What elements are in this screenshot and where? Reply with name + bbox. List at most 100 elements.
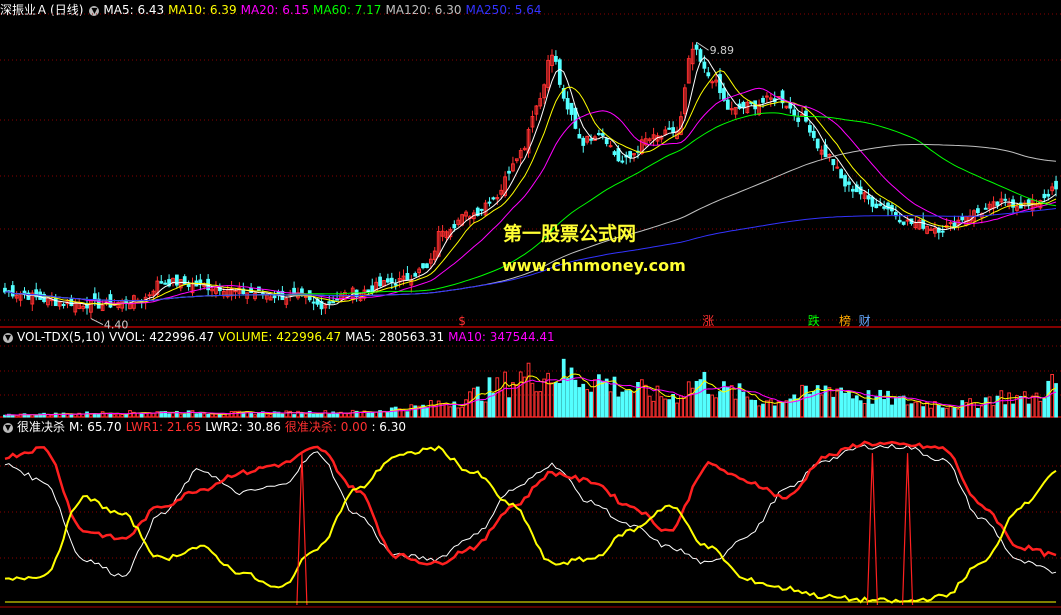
volume-bar-up	[905, 404, 910, 418]
volume-bar-up	[120, 413, 125, 418]
volume-bar-down	[366, 412, 371, 418]
volume-bar-up	[686, 381, 691, 418]
volume-bar-down	[792, 394, 797, 418]
volume-bar-down	[718, 391, 722, 418]
volume-bar-up	[729, 385, 734, 418]
candle-down	[702, 61, 707, 69]
signal-spike-1	[866, 453, 878, 606]
volume-bar-down	[667, 399, 672, 418]
volume-bar-up	[800, 384, 804, 418]
volume-bar-up	[73, 413, 78, 418]
candle-down	[159, 281, 164, 284]
candle-up	[710, 81, 715, 84]
volume-bar-up	[432, 405, 437, 418]
volume-bar-down	[425, 407, 429, 418]
volume-bar-up	[956, 408, 961, 418]
candle-down	[272, 295, 277, 299]
candle-down	[565, 98, 570, 110]
candle-down	[366, 289, 371, 292]
volume-bar-down	[573, 379, 578, 418]
volume-bar-up	[233, 410, 238, 418]
volume-bar-down	[882, 399, 886, 418]
volume-bar-up	[284, 410, 289, 418]
volume-bar-down	[479, 400, 484, 418]
volume-bar-down	[557, 382, 562, 418]
volume-bar-down	[561, 358, 566, 418]
volume-bar-up	[550, 382, 554, 418]
volume-bar-up	[675, 402, 679, 418]
candle-up	[303, 295, 308, 298]
volume-bar-up	[991, 405, 996, 418]
candle-down	[983, 207, 988, 210]
volume-bar-up	[710, 394, 715, 418]
volume-bar-down	[616, 396, 621, 418]
candle-down	[577, 134, 582, 139]
candle-down	[823, 144, 828, 158]
volume-bar-up	[323, 410, 328, 418]
volume-bar-up	[202, 413, 207, 418]
candle-down	[897, 219, 902, 223]
volume-bar-down	[909, 403, 914, 418]
volume-bar-down	[1003, 404, 1008, 418]
volume-bar-down	[772, 405, 777, 418]
volume-bar-down	[839, 387, 844, 418]
candle-down	[706, 72, 711, 77]
volume-bar-down	[92, 413, 97, 418]
volume-bar-down	[843, 392, 847, 418]
volume-bar-up	[428, 399, 433, 418]
volume-bar-up	[542, 378, 547, 418]
candle-down	[507, 170, 511, 174]
event-marker-3: 榜	[839, 313, 851, 328]
volume-bar-up	[593, 379, 597, 418]
volume-bar-down	[194, 413, 199, 418]
volume-bar-up	[714, 397, 718, 418]
volume-bar-down	[292, 414, 296, 418]
candle-down	[698, 49, 703, 62]
volume-bar-up	[229, 410, 234, 418]
volume-bar-down	[878, 389, 883, 418]
volume-bar-up	[917, 400, 922, 418]
candle-down	[163, 282, 168, 285]
candle-down	[421, 263, 425, 269]
candle-down	[882, 206, 886, 209]
volume-bar-up	[303, 413, 308, 418]
volume-bar-down	[890, 404, 894, 418]
candle-down	[69, 298, 74, 307]
volume-bar-up	[819, 394, 824, 418]
candle-down	[589, 138, 593, 141]
candle-down	[1042, 193, 1047, 199]
volume-bar-down	[886, 390, 890, 418]
candle-down	[276, 291, 281, 294]
candle-down	[671, 127, 675, 133]
watermark-title: 第一股票公式网	[503, 223, 637, 245]
event-marker-2: 跌	[808, 313, 820, 328]
event-marker-0: $	[458, 314, 466, 328]
volume-bar-up	[765, 400, 769, 418]
candle-down	[389, 277, 394, 283]
volume-bar-up	[210, 413, 214, 418]
signal-spike-0	[296, 453, 308, 606]
volume-bar-down	[804, 385, 808, 418]
low-label: 4.40	[104, 319, 128, 332]
volume-bar-down	[206, 413, 211, 418]
candle-down	[405, 272, 410, 281]
volume-bar-down	[257, 412, 261, 418]
stock-chart-window: { "price_panel": { "stock_name": "深振业Ａ",…	[0, 0, 1061, 615]
candle-down	[386, 278, 390, 283]
candle-down	[487, 201, 492, 204]
volume-bar-up	[827, 387, 832, 418]
volume-bar-down	[554, 382, 558, 418]
volume-bar-down	[600, 380, 605, 418]
volume-bar-down	[936, 405, 941, 418]
volume-bar-up	[448, 406, 453, 418]
volume-bar-down	[940, 407, 945, 418]
candle-down	[722, 88, 726, 101]
volume-bar-down	[858, 400, 863, 418]
volume-bar-up	[663, 398, 668, 418]
volume-bar-up	[350, 409, 355, 418]
candle-down	[612, 151, 617, 156]
volume-bar-up	[1050, 373, 1055, 418]
chart-canvas[interactable]: 9.89 4.40 $ 涨 跌 榜财	[0, 0, 1061, 615]
volume-bar-up	[444, 403, 449, 418]
volume-bar-down	[976, 407, 980, 418]
